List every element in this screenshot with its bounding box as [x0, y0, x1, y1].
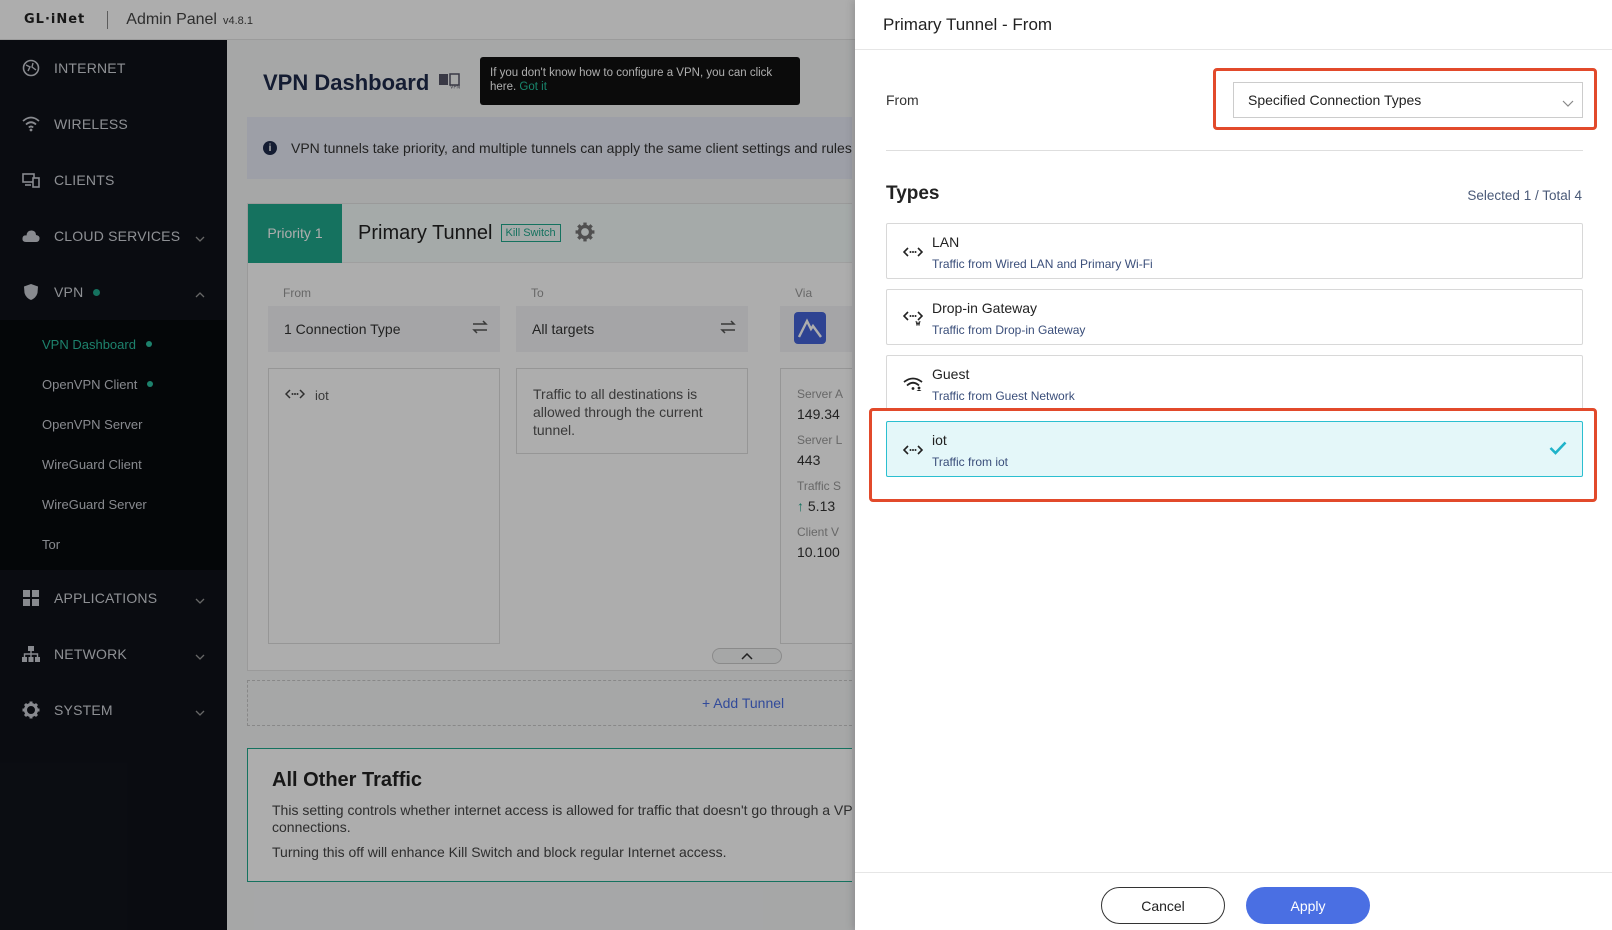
type-name: LAN — [932, 234, 960, 250]
type-option-guest[interactable]: Guest Traffic from Guest Network — [886, 355, 1583, 411]
type-name: Drop-in Gateway — [932, 300, 1038, 316]
guest-wifi-icon — [902, 374, 924, 394]
from-field-label: From — [886, 92, 919, 108]
types-selected-count: Selected 1 / Total 4 — [1467, 188, 1582, 203]
modal-overlay[interactable] — [0, 0, 855, 930]
drawer-title: Primary Tunnel - From — [855, 0, 1612, 50]
type-option-lan[interactable]: LAN Traffic from Wired LAN and Primary W… — [886, 223, 1583, 279]
type-description: Traffic from Wired LAN and Primary Wi-Fi — [932, 257, 1153, 271]
from-type-value: Specified Connection Types — [1248, 92, 1422, 108]
from-type-select[interactable]: Specified Connection Types — [1233, 82, 1583, 118]
divider — [886, 150, 1583, 151]
type-name: Guest — [932, 366, 970, 382]
type-description: Traffic from Drop-in Gateway — [932, 323, 1086, 337]
from-drawer: Primary Tunnel - From From Specified Con… — [855, 0, 1612, 930]
gateway-icon — [902, 308, 924, 328]
cancel-button[interactable]: Cancel — [1101, 887, 1225, 924]
type-option-drop-in-gateway[interactable]: Drop-in Gateway Traffic from Drop-in Gat… — [886, 289, 1583, 345]
drawer-footer: Cancel Apply — [855, 872, 1612, 930]
type-description: Traffic from Guest Network — [932, 389, 1075, 403]
lan-icon — [902, 242, 924, 262]
highlight-box — [869, 408, 1597, 502]
types-heading: Types — [886, 183, 940, 204]
chevron-down-icon — [1562, 94, 1574, 110]
apply-button[interactable]: Apply — [1246, 887, 1370, 924]
